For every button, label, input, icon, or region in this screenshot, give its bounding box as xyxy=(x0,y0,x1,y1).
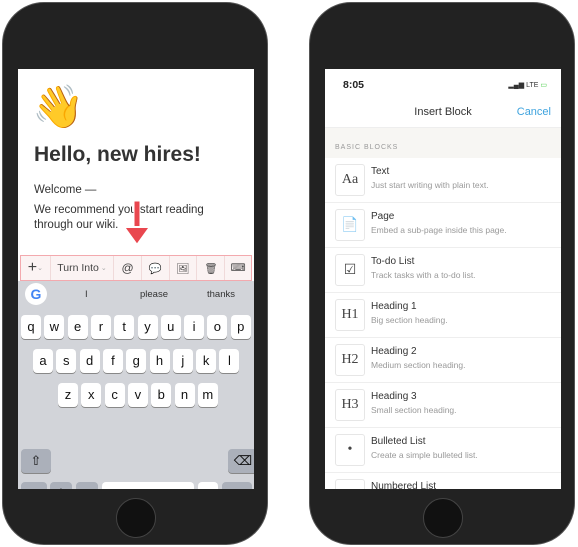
left-phone: 👋 Hello, new hires! Welcome — We recomme… xyxy=(2,2,268,545)
period-key[interactable]: . xyxy=(198,482,218,489)
key-p[interactable]: p xyxy=(230,315,251,339)
key-r[interactable]: r xyxy=(90,315,111,339)
suggestion[interactable]: please xyxy=(140,289,168,300)
numbers-key[interactable]: 123 xyxy=(21,482,47,489)
key-x[interactable]: x xyxy=(81,383,102,407)
section-header: BASIC BLOCKS xyxy=(325,127,561,158)
mention-button[interactable]: @ xyxy=(114,256,142,280)
comment-icon[interactable]: 💬 xyxy=(142,256,170,280)
block-title: Page xyxy=(371,211,395,222)
page-title[interactable]: Hello, new hires! xyxy=(34,143,201,167)
key-q[interactable]: q xyxy=(21,315,41,339)
key-g[interactable]: g xyxy=(126,349,147,373)
trash-icon[interactable]: 🗑 xyxy=(197,256,226,280)
key-d[interactable]: d xyxy=(79,349,100,373)
block-option[interactable]: ☑ To-do List Track tasks with a to-do li… xyxy=(325,248,561,293)
shift-key[interactable]: ⇧ xyxy=(21,449,51,473)
block-description: Track tasks with a to-do list. xyxy=(371,270,476,280)
block-description: Create a simple bulleted list. xyxy=(371,450,478,460)
arrow-down-icon xyxy=(122,201,152,247)
block-icon: ☑ xyxy=(335,254,365,286)
block-description: Embed a sub-page inside this page. xyxy=(371,225,507,235)
status-icons: ▂▄▆ LTE ▭ xyxy=(508,82,547,89)
block-option[interactable]: H3 Heading 3 Small section heading. xyxy=(325,383,561,428)
home-button[interactable] xyxy=(423,498,463,538)
key-y[interactable]: y xyxy=(137,315,158,339)
settings-icon[interactable]: ⚙ xyxy=(50,482,72,489)
image-icon[interactable]: 🖼 xyxy=(170,256,198,280)
block-title: Bulleted List xyxy=(371,436,426,447)
block-option[interactable]: H1 Heading 1 Big section heading. xyxy=(325,293,561,338)
block-title: Heading 1 xyxy=(371,301,417,312)
block-title: Heading 3 xyxy=(371,391,417,402)
block-description: Just start writing with plain text. xyxy=(371,180,489,190)
suggestion[interactable]: thanks xyxy=(207,289,235,300)
block-toolbar: + ⌄ Turn Into ⌄ @ 💬 🖼 🗑 ⌨ xyxy=(20,255,252,281)
key-u[interactable]: u xyxy=(160,315,181,339)
block-option[interactable]: 📄 Page Embed a sub-page inside this page… xyxy=(325,203,561,248)
hide-keyboard-icon[interactable]: ⌨ xyxy=(225,256,251,280)
key-s[interactable]: s xyxy=(56,349,77,373)
block-title: Text xyxy=(371,166,390,177)
key-m[interactable]: m xyxy=(197,383,218,407)
keyboard: G I please thanks qwertyuiop asdfghjkl zxc… xyxy=(18,281,254,489)
key-z[interactable]: z xyxy=(58,383,78,407)
key-f[interactable]: f xyxy=(102,349,123,373)
wave-emoji: 👋 xyxy=(32,83,85,130)
block-title: Numbered List xyxy=(371,481,437,489)
block-description: Small section heading. xyxy=(371,405,457,415)
emoji-icon[interactable]: ☺ xyxy=(76,482,98,489)
key-l[interactable]: l xyxy=(219,349,240,373)
block-icon: Aa xyxy=(335,164,365,196)
block-option[interactable]: H2 Heading 2 Medium section heading. xyxy=(325,338,561,383)
key-c[interactable]: c xyxy=(104,383,125,407)
key-e[interactable]: e xyxy=(67,315,88,339)
home-button[interactable] xyxy=(116,498,156,538)
block-title: To-do List xyxy=(371,256,415,267)
return-key[interactable]: ↵ xyxy=(222,482,252,489)
editor-screen: 👋 Hello, new hires! Welcome — We recomme… xyxy=(18,69,254,489)
cancel-button[interactable]: Cancel xyxy=(517,106,551,118)
block-icon: H1 xyxy=(335,299,365,331)
key-a[interactable]: a xyxy=(33,349,53,373)
key-n[interactable]: n xyxy=(174,383,195,407)
key-w[interactable]: w xyxy=(44,315,65,339)
suggestion[interactable]: I xyxy=(85,289,88,300)
key-j[interactable]: j xyxy=(172,349,193,373)
add-block-button[interactable]: + ⌄ xyxy=(21,256,51,280)
key-i[interactable]: i xyxy=(184,315,205,339)
backspace-key[interactable]: ⌫ xyxy=(228,449,254,473)
key-b[interactable]: b xyxy=(151,383,172,407)
status-time: 8:05 xyxy=(343,79,365,91)
right-phone: 8:05 ▂▄▆ LTE ▭ Insert Block Cancel BASIC… xyxy=(309,2,575,545)
block-title: Heading 2 xyxy=(371,346,417,357)
key-h[interactable]: h xyxy=(149,349,170,373)
block-description: Big section heading. xyxy=(371,315,448,325)
space-key[interactable]: 🎙 xyxy=(102,482,194,489)
turn-into-button[interactable]: Turn Into ⌄ xyxy=(51,256,115,280)
key-t[interactable]: t xyxy=(114,315,135,339)
block-option[interactable]: • Bulleted List Create a simple bulleted… xyxy=(325,428,561,473)
key-o[interactable]: o xyxy=(207,315,228,339)
block-icon: H2 xyxy=(335,344,365,376)
block-icon: H3 xyxy=(335,389,365,421)
block-icon xyxy=(335,479,365,489)
block-option[interactable]: Numbered List xyxy=(325,473,561,489)
insert-block-screen: 8:05 ▂▄▆ LTE ▭ Insert Block Cancel BASIC… xyxy=(325,69,561,489)
google-icon[interactable]: G xyxy=(25,283,47,305)
block-description: Medium section heading. xyxy=(371,360,466,370)
block-option[interactable]: Aa Text Just start writing with plain te… xyxy=(325,158,561,203)
block-icon: • xyxy=(335,434,365,466)
block-icon: 📄 xyxy=(335,209,365,241)
key-k[interactable]: k xyxy=(196,349,217,373)
paragraph[interactable]: Welcome — xyxy=(34,183,244,198)
key-v[interactable]: v xyxy=(127,383,148,407)
